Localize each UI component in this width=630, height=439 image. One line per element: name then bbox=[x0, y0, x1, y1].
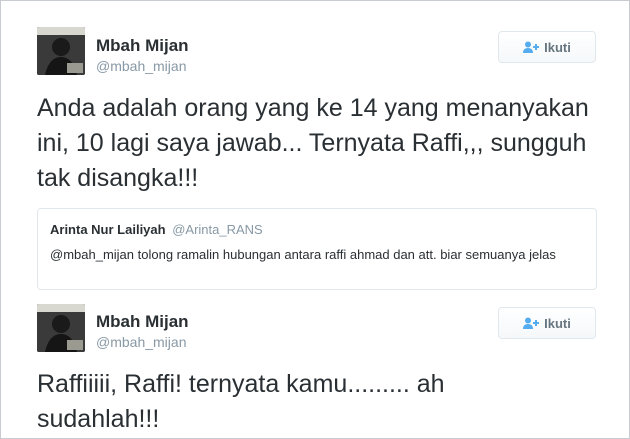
tweet-text: Anda adalah orang yang ke 14 yang menany… bbox=[37, 94, 589, 192]
follow-button[interactable]: Ikuti bbox=[498, 307, 596, 339]
author-handle[interactable]: @mbah_mijan bbox=[96, 58, 186, 74]
quoted-tweet[interactable]: Arinta Nur Lailiyah @Arinta_RANS @mbah_m… bbox=[37, 208, 597, 290]
person-plus-icon bbox=[523, 317, 540, 329]
quoted-author-name[interactable]: Arinta Nur Lailiyah bbox=[50, 222, 166, 237]
author-avatar[interactable] bbox=[37, 27, 85, 75]
follow-label: Ikuti bbox=[544, 39, 571, 55]
author-avatar[interactable] bbox=[37, 304, 85, 352]
follow-button[interactable]: Ikuti bbox=[498, 31, 596, 63]
quoted-tweet-header: Arinta Nur Lailiyah @Arinta_RANS bbox=[50, 222, 584, 238]
follow-label: Ikuti bbox=[544, 315, 571, 331]
tweet-page: Mbah Mijan @mbah_mijan Ikuti Anda adalah… bbox=[0, 0, 630, 439]
quoted-author-handle[interactable]: @Arinta_RANS bbox=[172, 222, 263, 237]
author-name[interactable]: Mbah Mijan bbox=[96, 36, 189, 56]
person-plus-icon bbox=[523, 41, 540, 53]
tweet-text: Raffiiiii, Raffi! ternyata kamu.........… bbox=[37, 370, 445, 433]
quoted-tweet-text: @mbah_mijan tolong ramalin hubungan anta… bbox=[50, 247, 556, 262]
author-name[interactable]: Mbah Mijan bbox=[96, 312, 189, 332]
author-handle[interactable]: @mbah_mijan bbox=[96, 334, 186, 350]
